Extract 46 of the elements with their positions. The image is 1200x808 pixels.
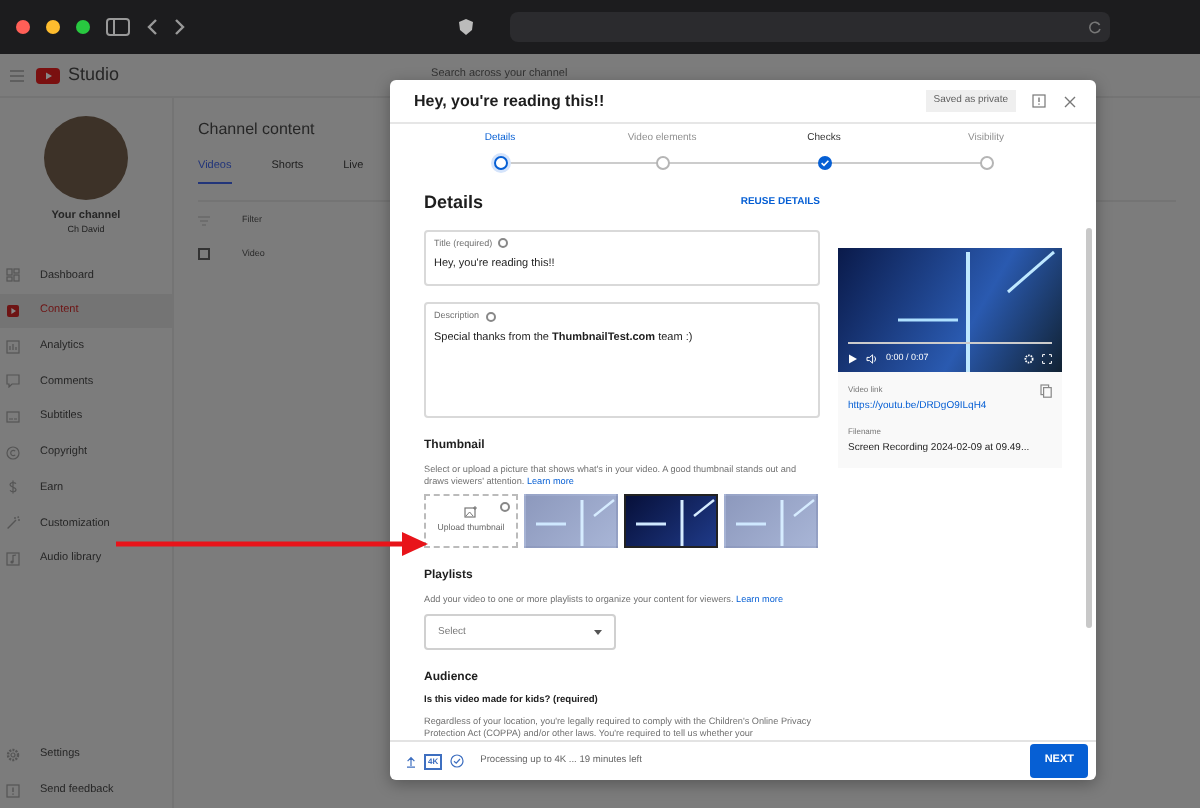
chart-icon: [6, 339, 20, 354]
copy-icon[interactable]: [1040, 384, 1052, 398]
close-button[interactable]: [16, 20, 30, 34]
dollar-icon: [6, 480, 20, 495]
wand-icon: [6, 516, 20, 531]
select-all-checkbox[interactable]: [198, 248, 210, 261]
image-upload-icon: [464, 506, 478, 519]
help-icon[interactable]: [485, 312, 496, 323]
logo-text: Studio: [68, 61, 120, 88]
volume-icon[interactable]: [866, 354, 878, 365]
copyright-icon: [6, 445, 20, 460]
gear-icon[interactable]: [1024, 354, 1034, 365]
play-icon: [6, 304, 20, 319]
fullscreen-icon[interactable]: [1042, 354, 1052, 365]
thumbnail-option[interactable]: [724, 494, 818, 549]
help-icon[interactable]: [500, 502, 510, 513]
dialog-title: Hey, you're reading this!!: [414, 89, 607, 113]
check-icon: [450, 754, 465, 768]
thumbnail-option[interactable]: [624, 494, 718, 549]
page-title: Channel content: [198, 118, 315, 142]
feedback-icon[interactable]: [1032, 94, 1046, 108]
play-icon[interactable]: [848, 354, 858, 365]
caret-icon: [594, 629, 602, 636]
feedback-icon: [6, 783, 20, 798]
help-icon[interactable]: [498, 238, 509, 249]
reload-icon[interactable]: [1088, 20, 1102, 34]
maximize-button[interactable]: [76, 20, 90, 34]
forward-icon[interactable]: [174, 18, 186, 36]
comment-icon: [6, 374, 20, 389]
scrollbar[interactable]: [1086, 228, 1092, 628]
avatar[interactable]: [44, 116, 128, 200]
subtitles-icon: [6, 410, 20, 425]
close-icon[interactable]: [1064, 95, 1076, 107]
shield-icon: [458, 18, 474, 36]
play-logo-icon: [36, 67, 60, 83]
section-heading: Details: [424, 190, 484, 216]
dashboard-icon: [6, 268, 20, 283]
upload-icon: [406, 755, 416, 767]
check-icon[interactable]: [817, 155, 831, 169]
thumbnail-option[interactable]: [524, 494, 618, 549]
sidebar-icon[interactable]: [106, 18, 130, 36]
step-indicator[interactable]: [493, 155, 507, 169]
music-icon: [6, 551, 20, 566]
gear-icon: [6, 747, 20, 762]
back-icon[interactable]: [146, 18, 158, 36]
minimize-button[interactable]: [46, 20, 60, 34]
